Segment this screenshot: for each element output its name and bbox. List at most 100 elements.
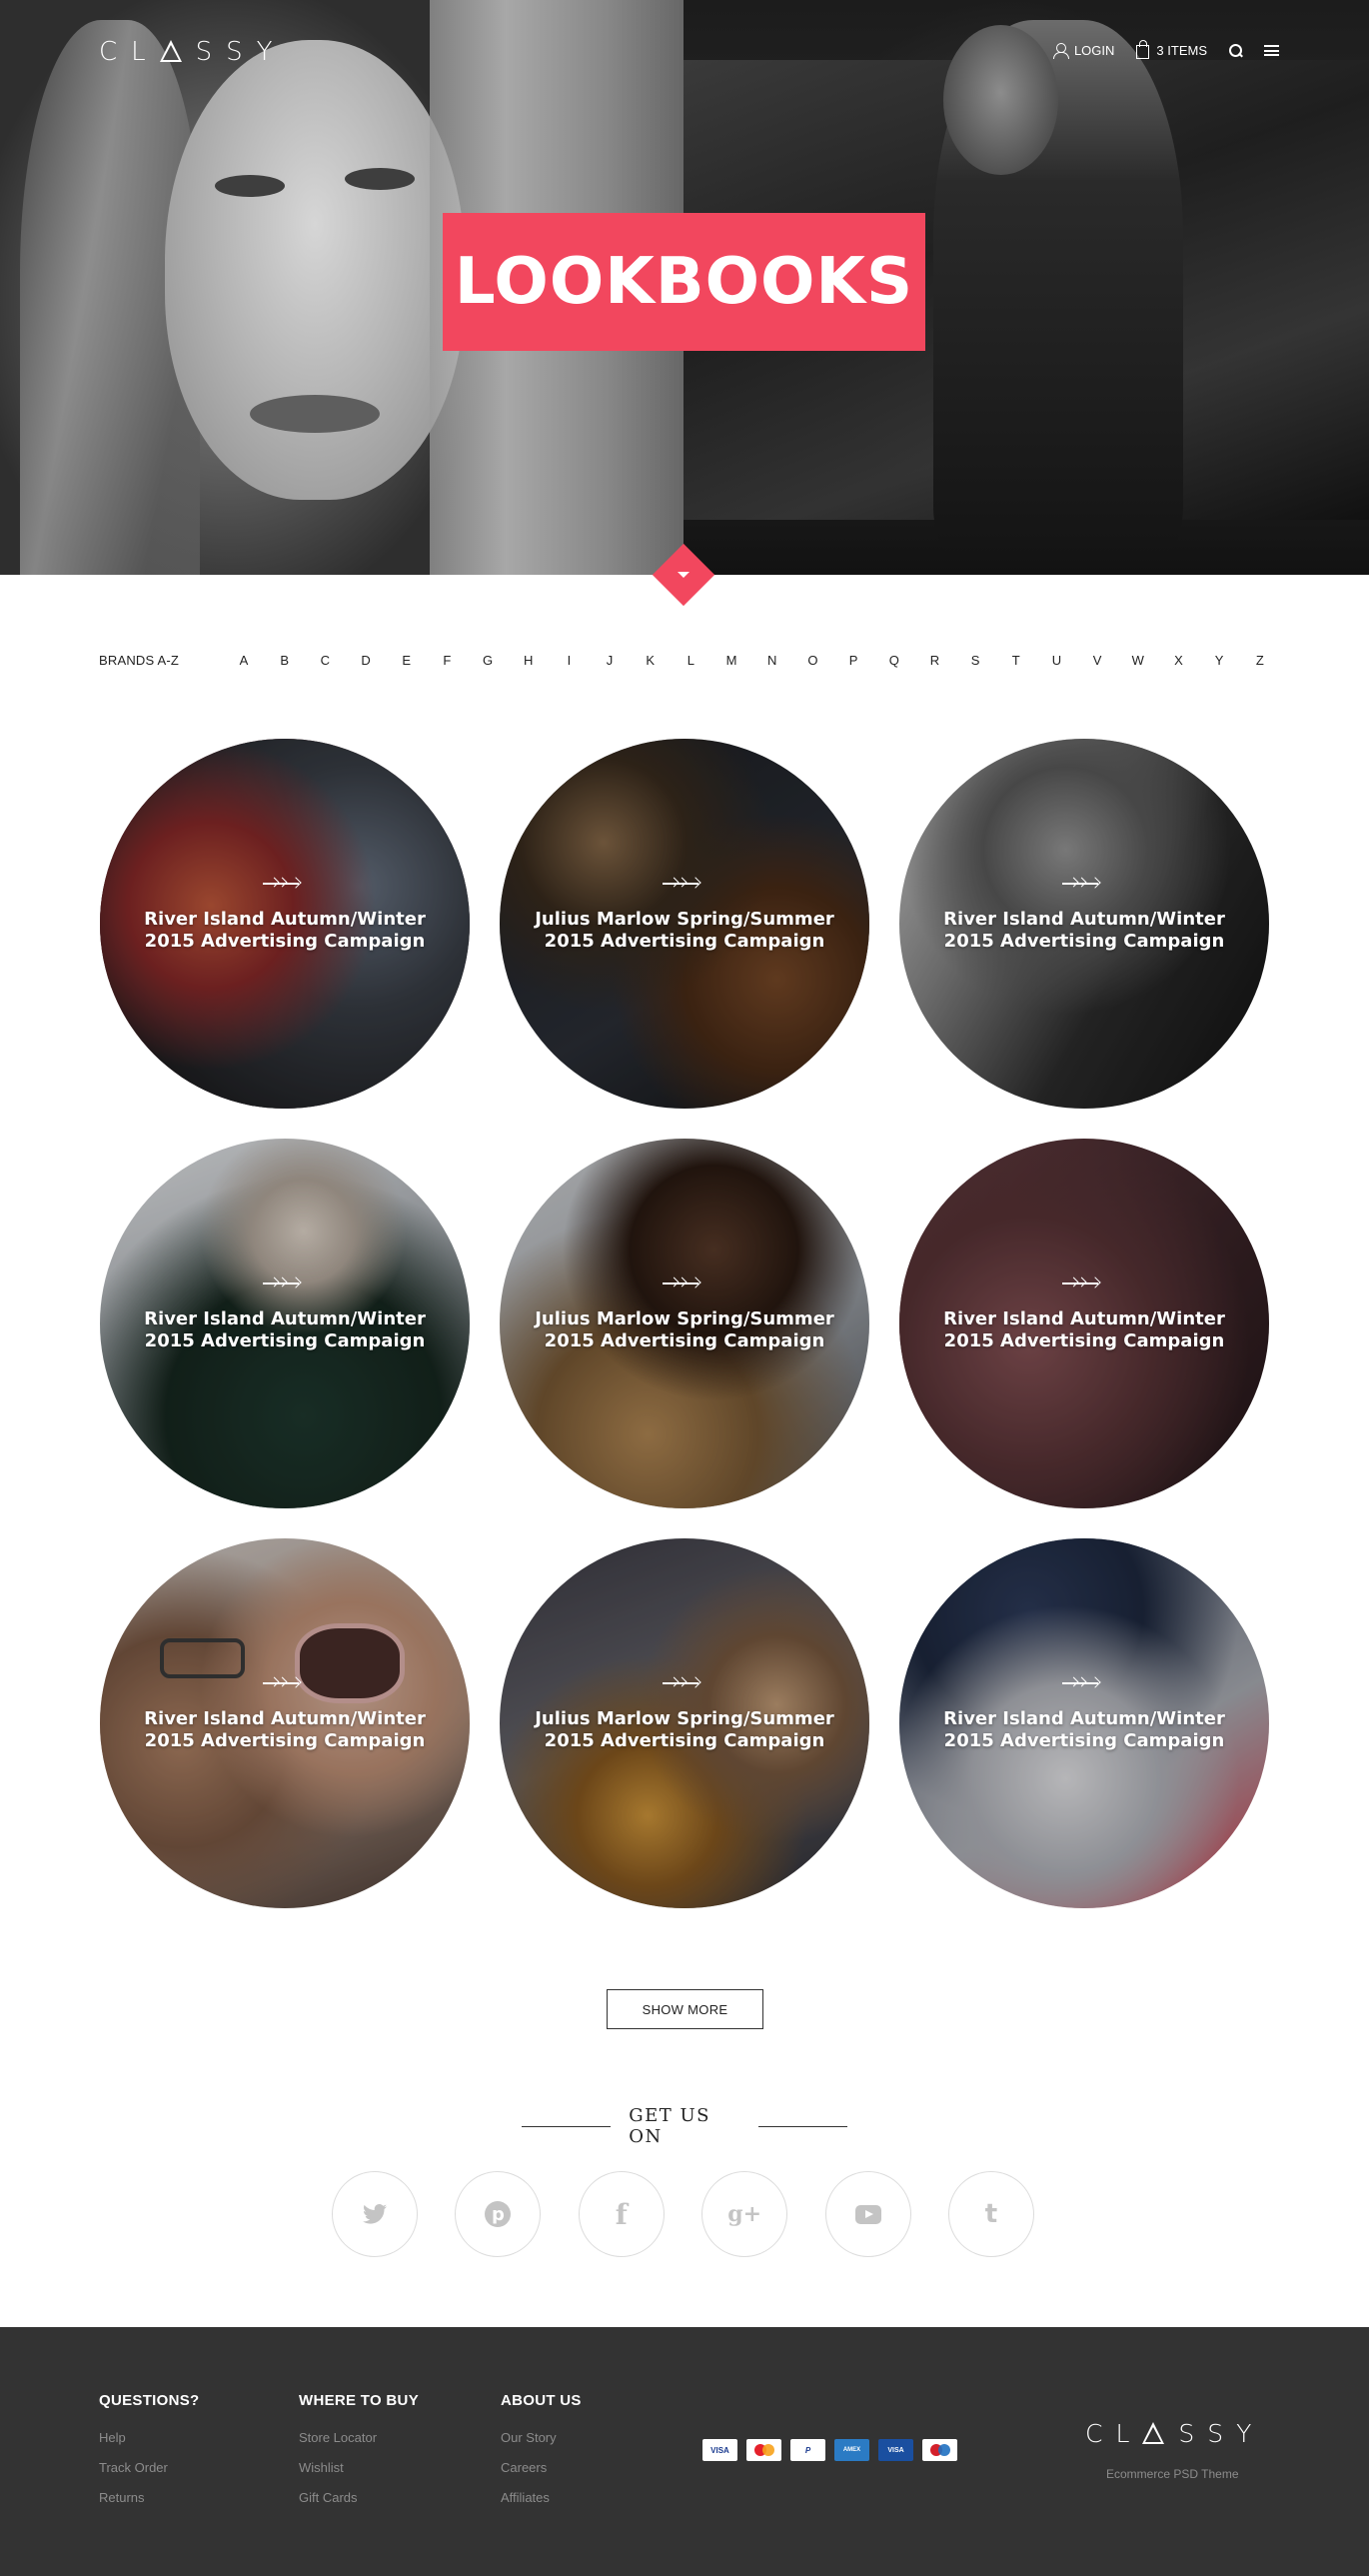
facebook-icon: f	[615, 2197, 628, 2231]
brand-letter-y[interactable]: Y	[1209, 653, 1229, 668]
tumblr-button[interactable]: t	[947, 2171, 1034, 2257]
brand-letter-m[interactable]: M	[721, 653, 741, 668]
footer-link-track-order[interactable]: Track Order	[99, 2460, 200, 2475]
lookbook-card[interactable]: Julius Marlow Spring/Summer 2015 Adverti…	[500, 1538, 869, 1908]
logo-triangle-icon	[159, 40, 182, 62]
footer-link-affiliates[interactable]: Affiliates	[501, 2490, 582, 2505]
visa-card-icon: VISA	[702, 2439, 737, 2461]
lookbook-card[interactable]: Julius Marlow Spring/Summer 2015 Adverti…	[500, 1139, 869, 1508]
brand-letter-s[interactable]: S	[965, 653, 985, 668]
arrow-right-icon	[1062, 1676, 1102, 1688]
lookbook-card[interactable]: Julius Marlow Spring/Summer 2015 Adverti…	[500, 739, 869, 1109]
top-nav: LOGIN 3 ITEMS	[1052, 40, 1279, 59]
lookbook-card[interactable]: River Island Autumn/Winter 2015 Advertis…	[100, 1139, 470, 1508]
brand-letter-g[interactable]: G	[478, 653, 498, 668]
arrow-right-icon	[1062, 1277, 1102, 1288]
youtube-icon	[854, 2204, 881, 2224]
footer-tagline: Ecommerce PSD Theme	[1106, 2467, 1239, 2481]
brand-letter-k[interactable]: K	[641, 653, 661, 668]
arrow-right-icon	[663, 1676, 702, 1688]
hero-banner: CL SSY LOGIN 3 ITEMS LOOKBOOKS	[0, 0, 1369, 575]
footer-logo[interactable]: CL SSY	[1085, 2419, 1264, 2448]
brand-letter-a[interactable]: A	[234, 653, 254, 668]
arrow-right-icon	[663, 877, 702, 889]
footer-link-returns[interactable]: Returns	[99, 2490, 200, 2505]
alphabet-list: A B C D E F G H I J K L M N O P Q R S T U V W X Y Z	[234, 653, 1270, 668]
lookbook-card[interactable]: River Island Autumn/Winter 2015 Advertis…	[899, 1139, 1269, 1508]
brand-letter-w[interactable]: W	[1128, 653, 1148, 668]
brand-letter-b[interactable]: B	[275, 653, 295, 668]
payment-methods: VISA P AMEX VISA	[702, 2439, 957, 2461]
brand-letter-x[interactable]: X	[1168, 653, 1188, 668]
lookbook-title: River Island Autumn/Winter 2015 Advertis…	[943, 1708, 1225, 1751]
brand-letter-h[interactable]: H	[519, 653, 539, 668]
user-icon	[1052, 43, 1069, 59]
lookbook-title: River Island Autumn/Winter 2015 Advertis…	[144, 1708, 426, 1751]
twitter-button[interactable]	[332, 2171, 418, 2257]
twitter-icon	[363, 2204, 387, 2224]
search-icon	[1229, 44, 1242, 57]
footer-link-wishlist[interactable]: Wishlist	[299, 2460, 419, 2475]
shopping-bag-icon	[1136, 40, 1150, 59]
visa-electron-icon: VISA	[878, 2439, 913, 2461]
pinterest-icon: p	[485, 2201, 512, 2227]
menu-button[interactable]	[1264, 45, 1279, 56]
brand-letter-u[interactable]: U	[1046, 653, 1066, 668]
footer-heading: QUESTIONS?	[99, 2392, 200, 2409]
facebook-button[interactable]: f	[578, 2171, 665, 2257]
youtube-button[interactable]	[824, 2171, 911, 2257]
footer-heading: ABOUT US	[501, 2392, 582, 2409]
page-title: LOOKBOOKS	[443, 213, 925, 351]
brand-letter-l[interactable]: L	[681, 653, 700, 668]
google-plus-icon: g+	[727, 2201, 762, 2227]
cart-link[interactable]: 3 ITEMS	[1136, 40, 1207, 59]
footer-link-store-locator[interactable]: Store Locator	[299, 2430, 419, 2445]
brand-letter-c[interactable]: C	[315, 653, 335, 668]
social-heading-label: GET US ON	[629, 2105, 710, 2147]
footer-link-our-story[interactable]: Our Story	[501, 2430, 582, 2445]
hamburger-menu-icon	[1264, 45, 1279, 56]
brand-letter-d[interactable]: D	[356, 653, 376, 668]
brand-letter-z[interactable]: Z	[1250, 653, 1270, 668]
lookbook-card[interactable]: River Island Autumn/Winter 2015 Advertis…	[899, 739, 1269, 1109]
logo-triangle-icon	[1142, 2422, 1165, 2444]
login-link[interactable]: LOGIN	[1052, 43, 1114, 59]
brand-letter-r[interactable]: R	[924, 653, 944, 668]
cart-count-label: 3 ITEMS	[1156, 43, 1207, 58]
show-more-button[interactable]: SHOW MORE	[607, 1989, 763, 2029]
lookbook-title: River Island Autumn/Winter 2015 Advertis…	[943, 1308, 1225, 1351]
footer-link-careers[interactable]: Careers	[501, 2460, 582, 2475]
footer-link-help[interactable]: Help	[99, 2430, 200, 2445]
divider	[757, 2125, 847, 2127]
brand-letter-e[interactable]: E	[397, 653, 417, 668]
chevron-down-icon	[678, 572, 689, 578]
lookbook-card[interactable]: River Island Autumn/Winter 2015 Advertis…	[899, 1538, 1269, 1908]
brand-letter-n[interactable]: N	[762, 653, 782, 668]
divider	[522, 2125, 612, 2127]
lookbook-card[interactable]: River Island Autumn/Winter 2015 Advertis…	[100, 739, 470, 1109]
brand-letter-f[interactable]: F	[437, 653, 457, 668]
footer-questions-column: QUESTIONS? Help Track Order Returns	[99, 2392, 200, 2520]
brand-letter-q[interactable]: Q	[884, 653, 904, 668]
lookbook-title: Julius Marlow Spring/Summer 2015 Adverti…	[535, 1308, 834, 1351]
site-logo[interactable]: CL SSY	[99, 37, 287, 67]
brand-letter-j[interactable]: J	[600, 653, 620, 668]
brands-az-label: BRANDS A-Z	[99, 652, 180, 668]
brand-letter-i[interactable]: I	[559, 653, 579, 668]
arrow-right-icon	[663, 1277, 702, 1288]
lookbook-title: Julius Marlow Spring/Summer 2015 Adverti…	[535, 909, 834, 952]
lookbook-card[interactable]: River Island Autumn/Winter 2015 Advertis…	[100, 1538, 470, 1908]
search-button[interactable]	[1229, 44, 1242, 57]
arrow-right-icon	[1062, 877, 1102, 889]
pinterest-button[interactable]: p	[455, 2171, 542, 2257]
lookbook-title: River Island Autumn/Winter 2015 Advertis…	[144, 1308, 426, 1351]
maestro-icon	[922, 2439, 957, 2461]
google-plus-button[interactable]: g+	[701, 2171, 788, 2257]
brand-letter-p[interactable]: P	[843, 653, 863, 668]
brand-letter-o[interactable]: O	[802, 653, 822, 668]
social-links: p f g+ t	[332, 2171, 1034, 2257]
mastercard-icon	[746, 2439, 781, 2461]
brand-letter-v[interactable]: V	[1087, 653, 1107, 668]
brand-letter-t[interactable]: T	[1006, 653, 1026, 668]
footer-link-gift-cards[interactable]: Gift Cards	[299, 2490, 419, 2505]
